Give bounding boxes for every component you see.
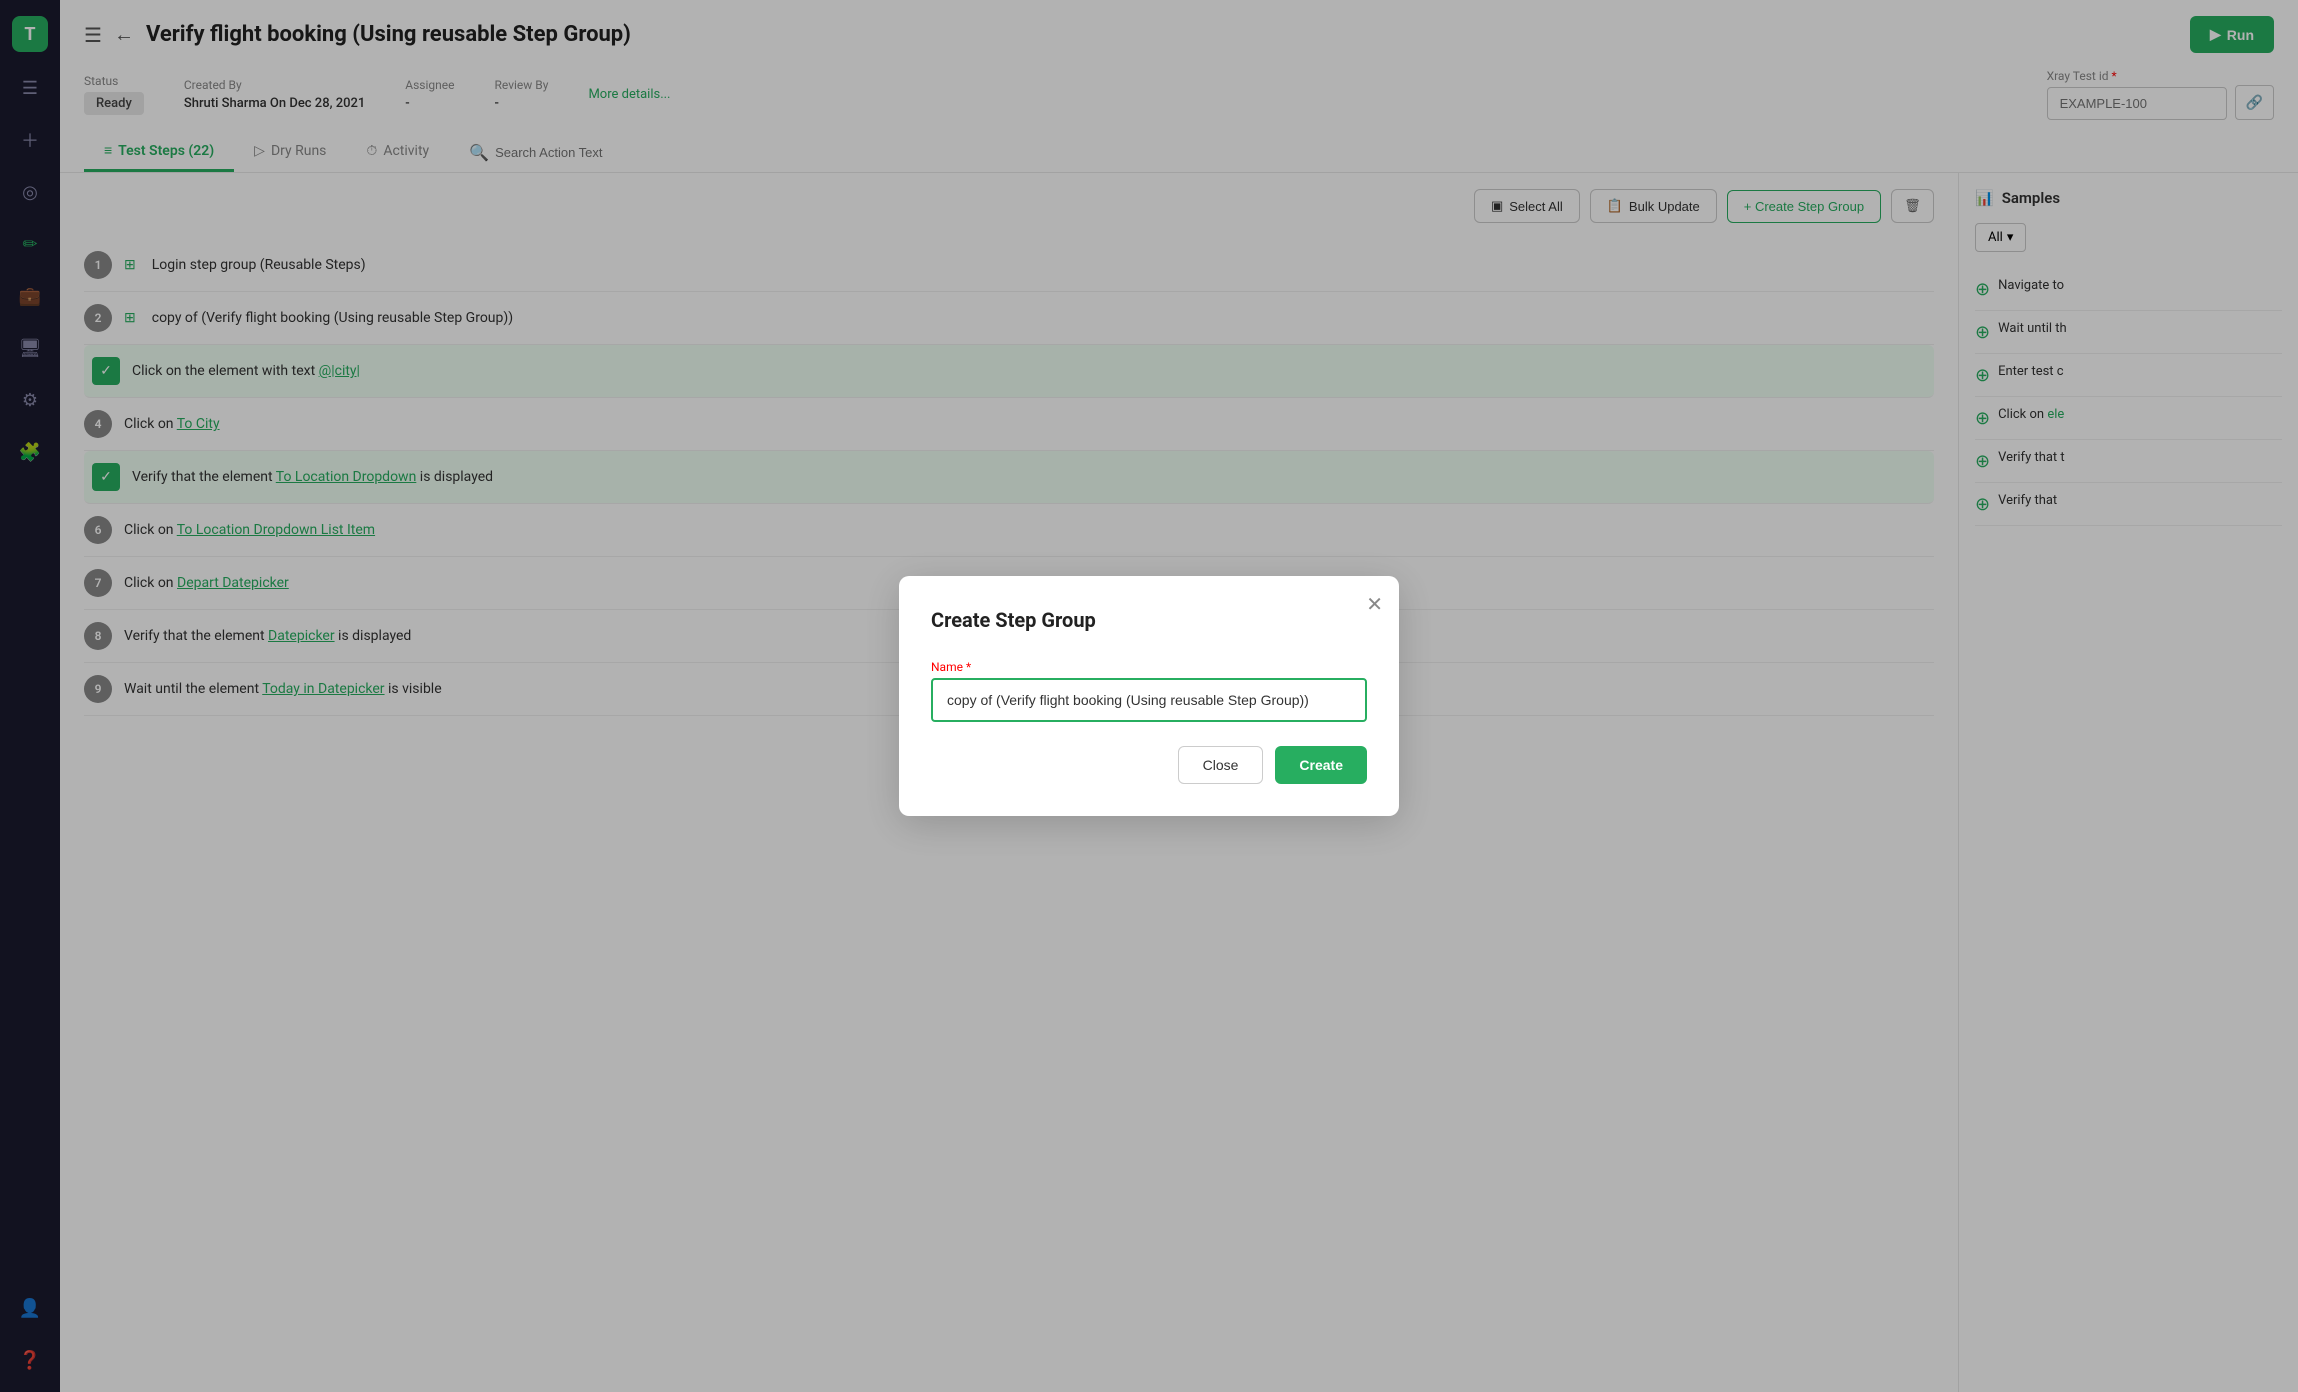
create-step-group-modal: Create Step Group ✕ Name * Close Create <box>899 576 1399 816</box>
modal-create-button[interactable]: Create <box>1275 746 1367 784</box>
modal-overlay: Create Step Group ✕ Name * Close Create <box>0 0 2298 1392</box>
modal-close-x-button[interactable]: ✕ <box>1366 592 1383 617</box>
modal-actions: Close Create <box>931 746 1367 784</box>
modal-title: Create Step Group <box>931 608 1367 632</box>
modal-close-button[interactable]: Close <box>1178 746 1264 784</box>
modal-name-input[interactable] <box>931 678 1367 722</box>
modal-name-field: Name * <box>931 660 1367 722</box>
modal-name-label: Name * <box>931 660 1367 674</box>
